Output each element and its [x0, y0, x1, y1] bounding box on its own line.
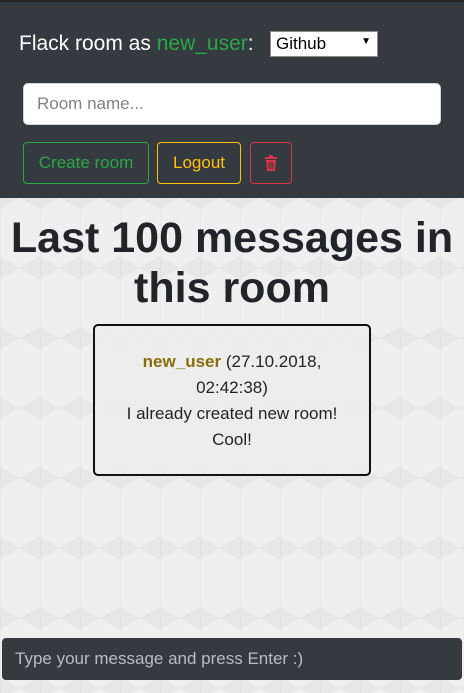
message-author: new_user: [142, 352, 222, 371]
delete-room-button[interactable]: [250, 142, 292, 184]
logout-button[interactable]: Logout: [157, 142, 241, 184]
page-title: Flack room as new_user:: [19, 32, 254, 56]
message-text: I already created new room! Cool!: [126, 404, 338, 449]
auth-provider-select[interactable]: Github ▼: [270, 31, 378, 57]
messages-heading: Last 100 messages in this room: [10, 214, 454, 312]
create-room-button[interactable]: Create room: [23, 142, 149, 184]
room-name-input[interactable]: [23, 83, 441, 125]
message-input[interactable]: [2, 638, 462, 680]
current-username: new_user: [156, 32, 248, 55]
dropdown-arrow-icon: ▼: [361, 36, 371, 47]
top-bar: Flack room as new_user: Github ▼ Create …: [0, 0, 464, 198]
message-item: new_user (27.10.2018, 02:42:38) I alread…: [93, 324, 371, 476]
trash-icon: [265, 155, 277, 171]
title-prefix: Flack room as: [19, 32, 151, 55]
title-suffix: :: [247, 32, 254, 55]
auth-provider-selected: Github: [276, 34, 327, 53]
